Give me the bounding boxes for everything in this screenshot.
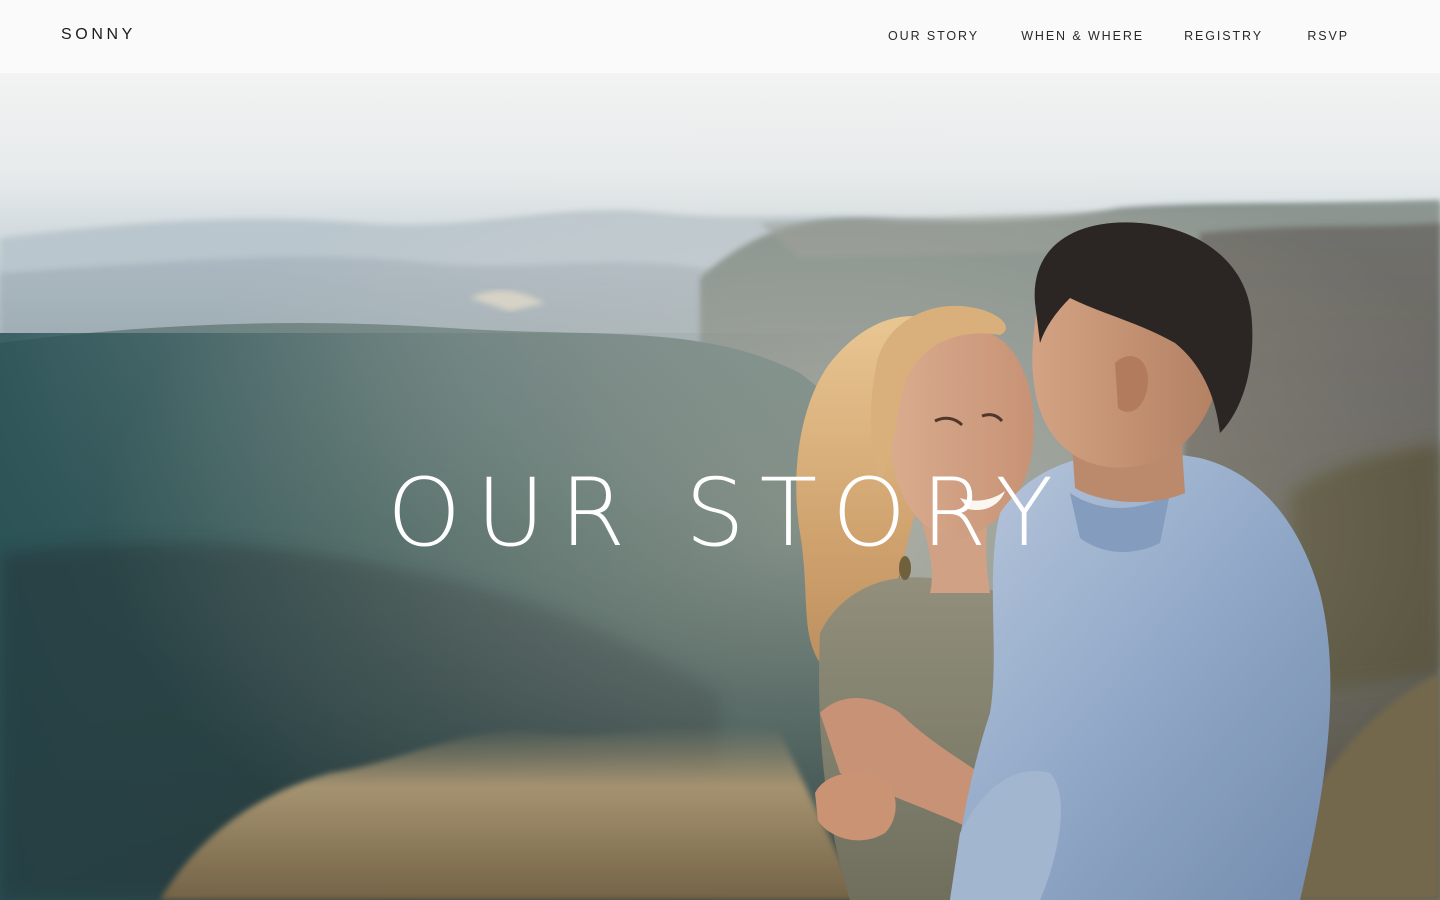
site-header: SONNY OUR STORY WHEN & WHERE REGISTRY RS… [0,0,1440,73]
nav-when-where[interactable]: WHEN & WHERE [1021,28,1144,44]
nav-rsvp[interactable]: RSVP [1307,28,1349,44]
nav-our-story[interactable]: OUR STORY [888,28,979,44]
hero-title: OUR STORY [387,459,1068,568]
hero-section: OUR STORY [0,73,1440,900]
site-logo[interactable]: SONNY [61,25,136,45]
nav-registry[interactable]: REGISTRY [1184,28,1263,44]
